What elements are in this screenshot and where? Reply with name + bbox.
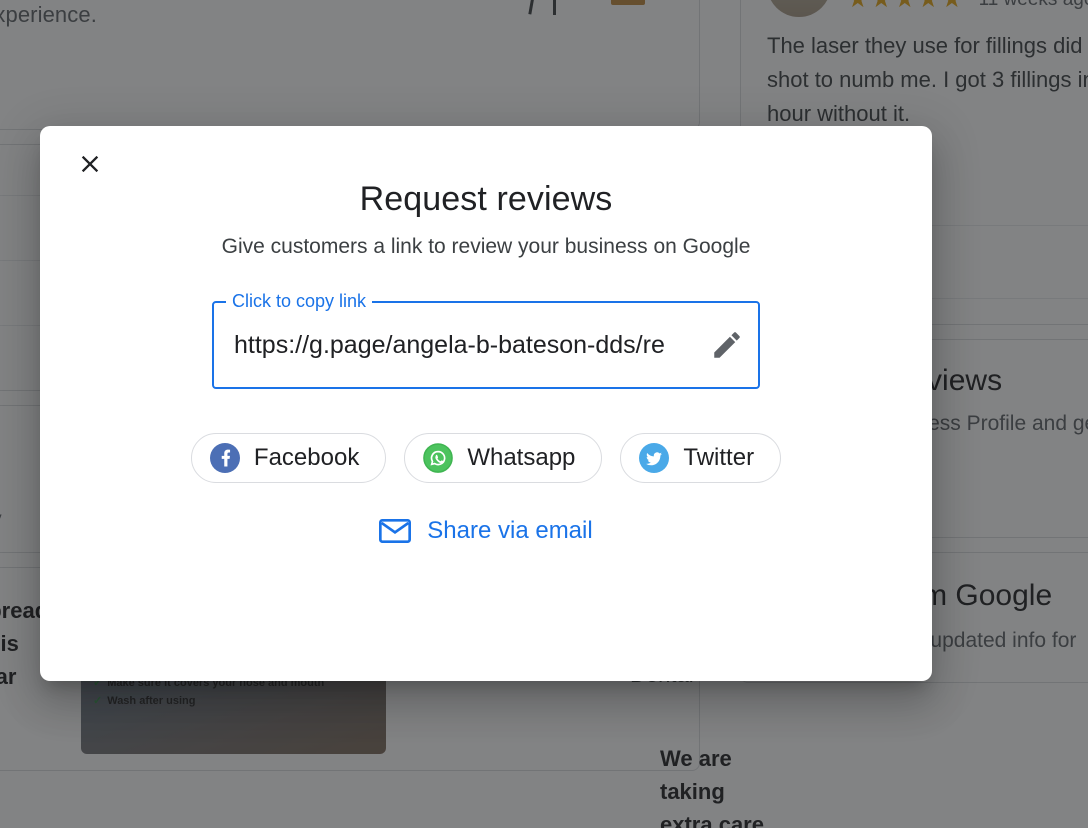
share-whatsapp-label: Whatsapp — [467, 444, 576, 471]
email-icon — [379, 519, 412, 543]
close-icon[interactable] — [66, 140, 114, 188]
share-via-email-button[interactable]: Share via email — [40, 517, 932, 545]
share-facebook-label: Facebook — [253, 444, 360, 471]
share-whatsapp-button[interactable]: Whatsapp — [404, 433, 603, 483]
share-facebook-button[interactable]: Facebook — [190, 433, 387, 483]
dialog-subtitle: Give customers a link to review your bus… — [221, 235, 751, 258]
request-reviews-dialog: Request reviews Give customers a link to… — [40, 126, 932, 681]
page-root: Enhance your online visibility and draw … — [0, 0, 1088, 828]
share-via-email-label: Share via email — [427, 517, 593, 544]
share-twitter-label: Twitter — [683, 444, 755, 471]
whatsapp-icon — [423, 443, 454, 473]
copy-link-field[interactable]: Click to copy link https://g.page/angela… — [212, 290, 760, 389]
share-twitter-button[interactable]: Twitter — [620, 433, 782, 483]
twitter-icon — [639, 443, 670, 473]
facebook-icon — [209, 443, 240, 473]
copy-link-value[interactable]: https://g.page/angela-b-bateson-dds/re — [234, 301, 692, 389]
pencil-icon[interactable] — [710, 328, 744, 362]
dialog-title: Request reviews — [359, 180, 613, 218]
share-buttons-row: Facebook Whatsapp Twitter — [40, 433, 932, 483]
